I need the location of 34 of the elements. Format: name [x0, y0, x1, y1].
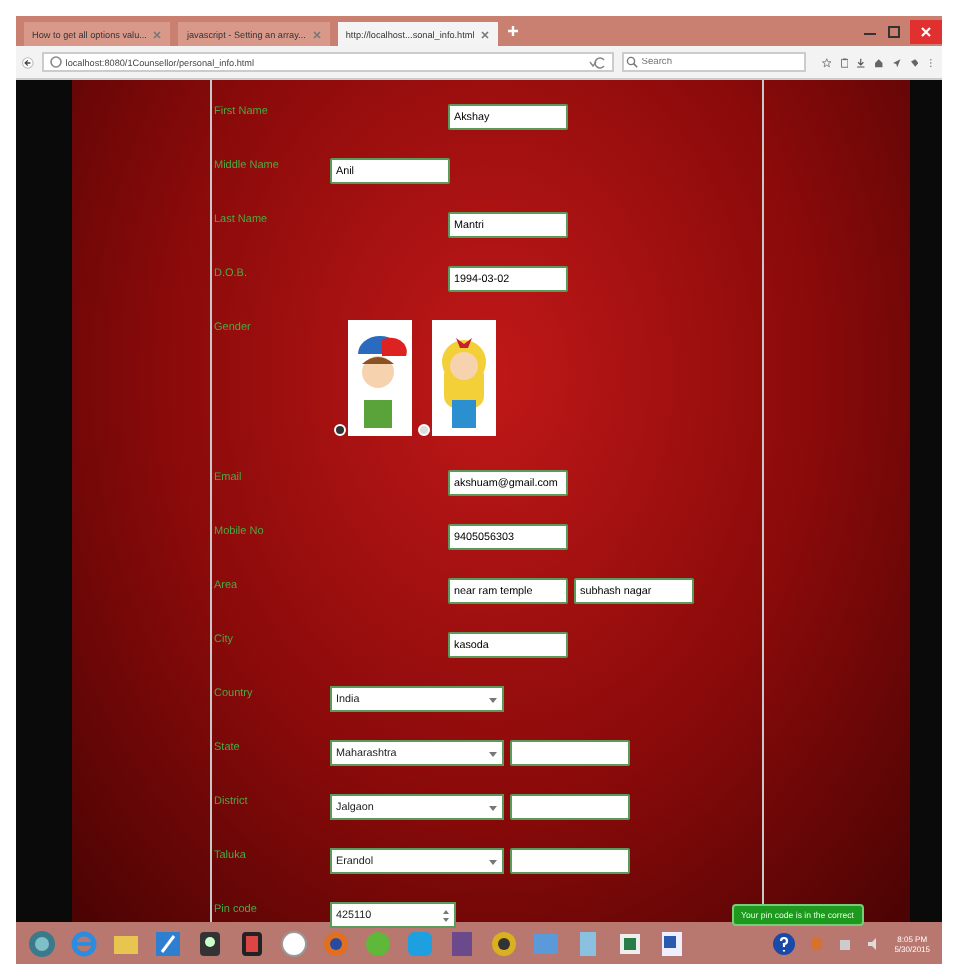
search-icon — [625, 56, 638, 68]
text-field[interactable] — [510, 794, 630, 820]
speaker-icon[interactable] — [866, 935, 881, 951]
radio-button[interactable] — [418, 424, 430, 436]
info-icon — [49, 56, 62, 68]
text-field[interactable] — [510, 740, 630, 766]
close-button[interactable] — [910, 19, 942, 43]
webcam-icon[interactable] — [196, 929, 224, 957]
spinner-icon — [442, 907, 450, 923]
word-document-icon[interactable] — [658, 929, 686, 957]
text-field[interactable] — [510, 848, 630, 874]
feather-icon[interactable] — [154, 929, 182, 957]
tiles-icon[interactable] — [238, 929, 266, 957]
dropdown-arrow-icon — [488, 749, 498, 757]
reload-icon[interactable] — [587, 55, 606, 69]
radio-button[interactable] — [334, 424, 346, 436]
back-icon[interactable] — [22, 51, 34, 73]
document-icon[interactable] — [574, 929, 602, 957]
close-icon[interactable] — [152, 29, 163, 39]
close-icon — [920, 25, 932, 37]
close-icon[interactable] — [480, 29, 491, 39]
start-orb-icon[interactable] — [28, 929, 56, 957]
close-icon[interactable] — [311, 29, 322, 39]
star-icon[interactable] — [821, 53, 832, 71]
plus-icon[interactable] — [506, 24, 521, 38]
help-icon[interactable] — [772, 931, 797, 955]
download-icon[interactable] — [856, 53, 867, 71]
clipboard-icon[interactable] — [839, 53, 849, 71]
table-icon[interactable] — [616, 929, 644, 957]
network-icon[interactable] — [838, 935, 853, 951]
dropdown-arrow-icon — [488, 857, 498, 865]
maximize-icon[interactable] — [886, 23, 902, 39]
dropdown-arrow-icon — [488, 695, 498, 703]
dropdown-arrow-icon — [488, 803, 498, 811]
